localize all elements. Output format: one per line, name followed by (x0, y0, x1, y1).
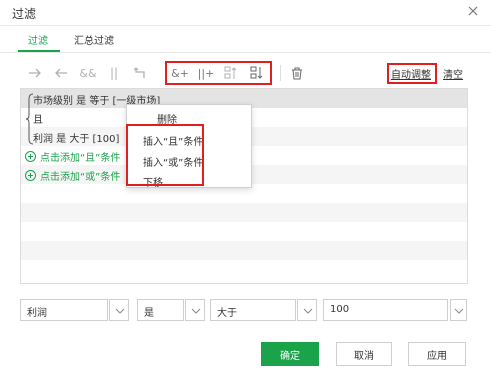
operator-select[interactable]: 是 (137, 299, 184, 321)
comparison-value: 大于 (217, 308, 237, 319)
list-item (21, 203, 467, 222)
clear-link[interactable]: 清空 (443, 66, 463, 81)
plus-circle-icon (25, 151, 36, 162)
operator-dropdown[interactable] (185, 299, 205, 321)
arrow-left-icon[interactable] (52, 60, 70, 86)
plus-circle-icon (25, 170, 36, 181)
or-group-icon[interactable]: || (106, 60, 122, 86)
operator-value: 是 (144, 308, 154, 319)
and-label: 且 (33, 115, 43, 126)
ok-button[interactable]: 确定 (261, 342, 319, 366)
chevron-down-icon (115, 308, 125, 314)
trash-icon[interactable] (288, 60, 306, 86)
move-down-icon[interactable] (248, 60, 266, 86)
add-and-condition-link[interactable]: 点击添加“且”条件 (25, 149, 120, 164)
list-item (21, 241, 467, 260)
dialog-titlebar: 过滤 (0, 0, 491, 26)
add-and-label: 点击添加“且”条件 (40, 153, 121, 164)
field-value: 利润 (27, 308, 47, 319)
dialog-title: 过滤 (12, 7, 37, 21)
auto-adjust-link[interactable]: 自动调整 (391, 66, 431, 81)
highlight-box-menu (126, 124, 204, 186)
brace-icon (26, 93, 34, 145)
undo-group-icon[interactable] (130, 60, 150, 86)
add-or-condition-link[interactable]: 点击添加“或”条件 (25, 168, 120, 183)
field-select[interactable]: 利润 (20, 299, 108, 321)
and-group-icon[interactable]: && (78, 60, 98, 86)
chevron-down-icon (191, 308, 201, 314)
value-text: 100 (330, 304, 350, 315)
value-input[interactable]: 100 (323, 299, 448, 321)
list-item (21, 260, 467, 279)
chevron-down-icon (303, 308, 313, 314)
condition-text: 利润 是 大于 [100] (33, 134, 120, 145)
field-dropdown[interactable] (109, 299, 129, 321)
insert-and-icon[interactable]: &+ (170, 60, 190, 86)
comparison-select[interactable]: 大于 (210, 299, 296, 321)
list-item (21, 222, 467, 241)
value-dropdown[interactable] (450, 299, 467, 321)
chevron-down-icon (454, 308, 464, 314)
toolbar-divider (280, 65, 281, 81)
insert-or-icon[interactable]: ||+ (196, 60, 216, 86)
close-icon[interactable] (465, 3, 481, 19)
move-up-icon[interactable] (222, 60, 240, 86)
add-or-label: 点击添加“或”条件 (40, 172, 121, 183)
tab-summary-filter[interactable]: 汇总过滤 (74, 32, 114, 47)
apply-button[interactable]: 应用 (408, 342, 466, 366)
active-tab-indicator (18, 50, 60, 52)
comparison-dropdown[interactable] (297, 299, 317, 321)
cancel-button[interactable]: 取消 (336, 342, 392, 366)
tab-filter[interactable]: 过滤 (28, 32, 48, 47)
arrow-right-icon[interactable] (26, 60, 44, 86)
toolbar: && || &+ ||+ 自动调整 清空 (0, 60, 491, 86)
tab-bar: 过滤 汇总过滤 (0, 27, 491, 53)
